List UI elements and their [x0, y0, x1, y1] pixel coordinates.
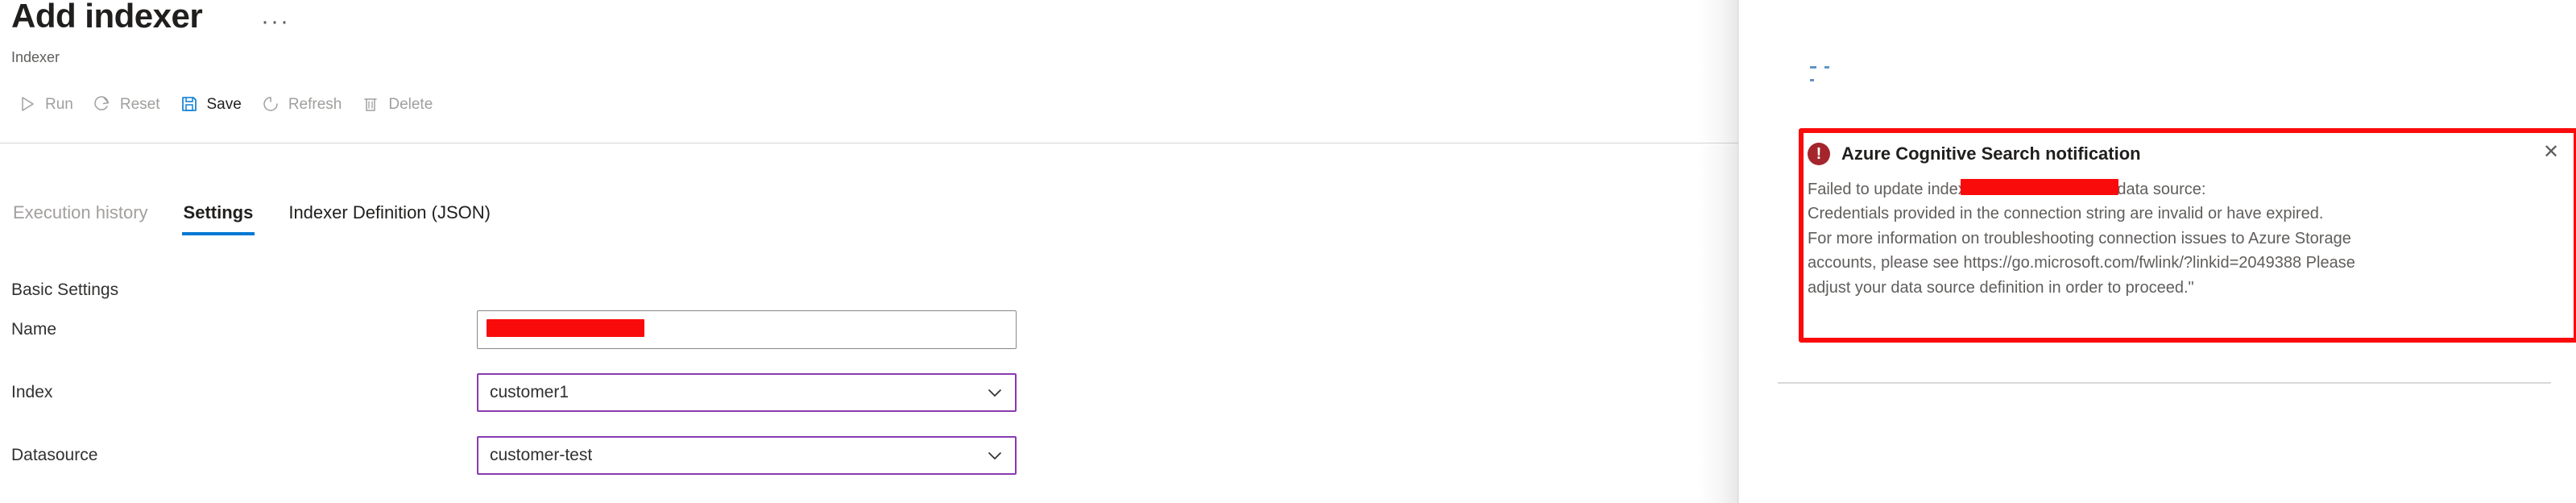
index-value: customer1 — [490, 383, 569, 401]
refresh-button[interactable]: Refresh — [251, 85, 352, 123]
tab-settings[interactable]: Settings — [181, 202, 255, 235]
refresh-label: Refresh — [288, 95, 342, 113]
reset-icon — [93, 94, 112, 114]
datasource-dropdown[interactable]: customer-test — [477, 436, 1017, 475]
ellipsis-icon[interactable]: ··· — [256, 5, 295, 44]
chevron-down-icon — [984, 445, 1005, 466]
play-icon — [18, 94, 37, 114]
datasource-value: customer-test — [490, 446, 593, 464]
basic-settings-label: Basic Settings — [11, 281, 119, 299]
delete-label: Delete — [388, 95, 433, 113]
tab-indexer-definition[interactable]: Indexer Definition (JSON) — [287, 202, 492, 235]
delete-button[interactable]: Delete — [351, 85, 442, 123]
form-row-datasource: Datasource customer-test — [0, 436, 1739, 475]
save-label: Save — [206, 95, 242, 113]
form-row-index: Index customer1 — [0, 373, 1739, 412]
error-icon: ! — [1808, 143, 1830, 165]
page-title: Add indexer — [11, 0, 203, 35]
close-icon[interactable]: ✕ — [2537, 139, 2565, 166]
name-input[interactable] — [477, 310, 1017, 349]
refresh-icon — [261, 94, 280, 114]
tab-execution-history[interactable]: Execution history — [11, 202, 150, 235]
run-button[interactable]: Run — [8, 85, 83, 123]
chevron-down-icon — [984, 382, 1005, 403]
trash-icon — [361, 94, 380, 114]
index-label: Index — [11, 383, 53, 401]
reset-button[interactable]: Reset — [83, 85, 170, 123]
save-button[interactable]: Save — [170, 85, 251, 123]
azure-portal-screen: Add indexer ··· Indexer Run Reset Save R… — [0, 0, 2576, 503]
reset-label: Reset — [119, 95, 160, 113]
notification-list-divider — [1778, 382, 2551, 384]
name-label: Name — [11, 320, 57, 339]
form-row-name: Name — [0, 310, 1739, 349]
notification-card: ! Azure Cognitive Search notification ✕ … — [1808, 137, 2570, 300]
blade-subtitle: Indexer — [11, 49, 60, 65]
run-label: Run — [45, 95, 73, 113]
notification-title: Azure Cognitive Search notification — [1841, 143, 2141, 164]
notification-header: ! Azure Cognitive Search notification ✕ — [1808, 137, 2570, 171]
blade-header: Add indexer ··· Indexer — [0, 0, 1739, 84]
add-indexer-blade: Add indexer ··· Indexer Run Reset Save R… — [0, 0, 1739, 503]
save-icon — [180, 94, 199, 114]
datasource-label: Datasource — [11, 446, 98, 464]
command-bar: Run Reset Save Refresh Delete — [0, 79, 1739, 129]
notification-message: Failed to update indexer " error: "Error… — [1808, 181, 2355, 297]
pivot-tabs: Execution history Settings Indexer Defin… — [11, 202, 492, 235]
index-dropdown[interactable]: customer1 — [477, 373, 1017, 412]
